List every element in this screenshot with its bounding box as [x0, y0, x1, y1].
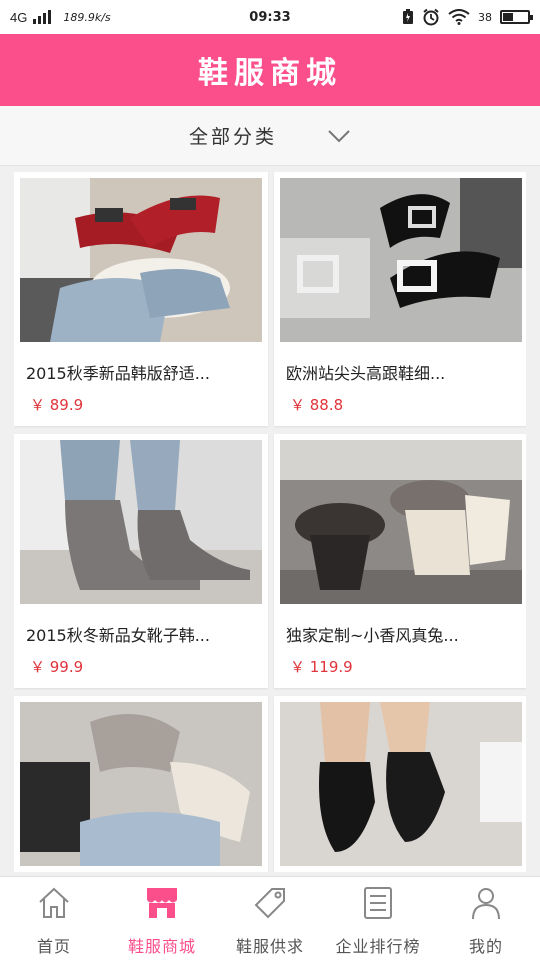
product-name: 2015秋冬新品女靴子韩...: [26, 626, 210, 645]
fur-boots-photo: [280, 440, 522, 604]
product-name: 欧洲站尖头高跟鞋细...: [286, 364, 446, 383]
battery-icon: [500, 10, 533, 24]
tab-label: 鞋服供求: [235, 937, 304, 956]
tab-ranking[interactable]: 企业排行榜: [324, 877, 432, 960]
tab-profile[interactable]: 我的: [432, 877, 540, 960]
red-flats-photo: [20, 178, 262, 342]
battery-saver-icon: [403, 9, 413, 24]
black-booties-photo: [280, 702, 522, 866]
tab-home[interactable]: 首页: [0, 877, 108, 960]
battery-percent: 38: [478, 10, 492, 24]
beige-heels-photo: [20, 702, 262, 866]
store-icon: [147, 888, 177, 918]
wifi-icon: [448, 9, 470, 25]
category-label: 全部分类: [188, 126, 277, 148]
product-card[interactable]: 欧洲站尖头高跟鞋细... ￥ 88.8: [274, 172, 526, 426]
product-card[interactable]: [14, 696, 268, 872]
app-header: 鞋服商城: [0, 34, 540, 106]
product-price: ￥ 89.9: [30, 396, 84, 414]
tag-icon: [254, 888, 285, 919]
product-card[interactable]: [274, 696, 526, 872]
tab-label: 首页: [36, 937, 71, 956]
page-title: 鞋服商城: [198, 56, 342, 91]
tab-supply-demand[interactable]: 鞋服供求: [216, 877, 324, 960]
product-card[interactable]: 2015秋季新品韩版舒适... ￥ 89.9: [14, 172, 268, 426]
network-speed: 189.9k/s: [63, 10, 111, 24]
product-card[interactable]: 2015秋冬新品女靴子韩... ￥ 99.9: [14, 434, 268, 688]
user-icon: [472, 888, 500, 920]
tab-label: 鞋服商城: [127, 937, 196, 956]
product-grid: 2015秋季新品韩版舒适... ￥ 89.9 欧洲站尖头高跟鞋细... ￥ 88…: [14, 172, 526, 872]
product-price: ￥ 88.8: [290, 396, 344, 414]
home-icon: [39, 887, 69, 918]
black-heels-photo: [280, 178, 522, 342]
tab-label: 企业排行榜: [335, 937, 421, 956]
category-dropdown[interactable]: 全部分类: [0, 106, 540, 166]
product-name: 2015秋季新品韩版舒适...: [26, 364, 210, 383]
chevron-down-icon: [328, 129, 350, 142]
alarm-icon: [423, 8, 439, 26]
product-price: ￥ 99.9: [30, 658, 84, 676]
grey-boots-photo: [20, 440, 262, 604]
list-icon: [364, 887, 392, 919]
tab-store[interactable]: 鞋服商城: [108, 877, 216, 960]
bottom-tab-bar: 首页 鞋服商城 鞋服供求 企业排行榜 我的: [0, 876, 540, 960]
network-type: 4G: [10, 9, 28, 25]
product-name: 独家定制~小香风真兔...: [286, 626, 459, 645]
tab-label: 我的: [468, 937, 503, 956]
product-card[interactable]: 独家定制~小香风真兔... ￥ 119.9: [274, 434, 526, 688]
product-price: ￥ 119.9: [290, 658, 353, 676]
signal-icon: [33, 10, 52, 24]
status-bar: 4G 189.9k/s 09:33 38: [0, 0, 540, 34]
